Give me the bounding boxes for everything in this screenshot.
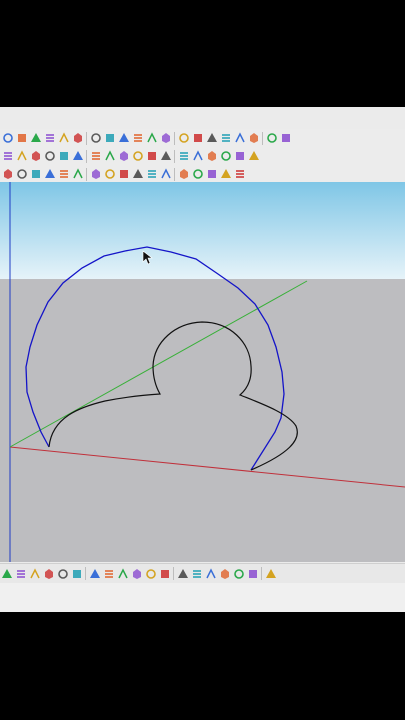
extension-icon[interactable] — [232, 567, 245, 580]
orbit-icon[interactable] — [29, 132, 42, 145]
toolbar-separator — [173, 567, 174, 580]
ring-icon[interactable] — [131, 150, 144, 163]
drawing-viewport[interactable] — [0, 182, 405, 562]
component-icon[interactable] — [15, 150, 28, 163]
photo-icon[interactable] — [233, 132, 246, 145]
axis-icon[interactable] — [177, 132, 190, 145]
arrow-left-icon[interactable] — [14, 567, 27, 580]
terrain-icon[interactable] — [43, 150, 56, 163]
frame-c-icon[interactable] — [29, 168, 42, 181]
person-icon[interactable] — [218, 567, 231, 580]
sky — [0, 182, 405, 279]
roof-c-icon[interactable] — [205, 168, 218, 181]
toolbar-separator — [174, 167, 175, 181]
move-icon[interactable] — [144, 567, 157, 580]
toolbar-row-1 — [0, 129, 405, 147]
color-icon[interactable] — [233, 150, 246, 163]
frame-f-icon[interactable] — [71, 168, 84, 181]
align-icon[interactable] — [158, 567, 171, 580]
grid-icon[interactable] — [247, 150, 260, 163]
fill-icon[interactable] — [204, 567, 217, 580]
toolbar-row-2 — [0, 147, 405, 165]
box-icon[interactable] — [265, 132, 278, 145]
frame-h-icon[interactable] — [103, 168, 116, 181]
rotate-icon[interactable] — [102, 567, 115, 580]
zoom-icon[interactable] — [1, 132, 14, 145]
toolbar-separator — [174, 149, 175, 163]
drape-icon[interactable] — [71, 150, 84, 163]
toolbar-separator — [86, 131, 87, 145]
settings-icon[interactable] — [264, 567, 277, 580]
node-icon[interactable] — [177, 150, 190, 163]
roof-e-icon[interactable] — [233, 168, 246, 181]
frame-a-icon[interactable] — [1, 168, 14, 181]
scene-canvas[interactable] — [0, 182, 405, 562]
scale-icon[interactable] — [176, 567, 189, 580]
erase-icon[interactable] — [15, 132, 28, 145]
arrow-right-icon[interactable] — [28, 567, 41, 580]
frame-j-icon[interactable] — [131, 168, 144, 181]
camera-icon[interactable] — [219, 132, 232, 145]
iso-view-icon[interactable] — [191, 132, 204, 145]
cube-icon[interactable] — [279, 132, 292, 145]
push-icon[interactable] — [0, 567, 13, 580]
toolbar-separator — [262, 131, 263, 145]
play-icon[interactable] — [103, 132, 116, 145]
stack-icon[interactable] — [191, 150, 204, 163]
book-icon[interactable] — [103, 150, 116, 163]
walk-icon[interactable] — [89, 132, 102, 145]
ar-icon[interactable] — [117, 150, 130, 163]
paint-icon[interactable] — [89, 150, 102, 163]
line-tool-icon[interactable] — [56, 567, 69, 580]
pair-icon[interactable] — [88, 567, 101, 580]
toolbar-separator — [86, 149, 87, 163]
sketchup-window — [0, 107, 405, 612]
style-icon[interactable] — [145, 150, 158, 163]
bottom-toolbar — [0, 563, 405, 583]
rect-icon[interactable] — [70, 567, 83, 580]
prev-scene-icon[interactable] — [131, 132, 144, 145]
section-plane-icon[interactable] — [71, 132, 84, 145]
bubbles-icon[interactable] — [159, 168, 172, 181]
status-bar — [0, 583, 405, 612]
cut-fill-icon[interactable] — [1, 150, 14, 163]
roof-d-icon[interactable] — [219, 168, 232, 181]
gear-icon[interactable] — [159, 150, 172, 163]
front-view-icon[interactable] — [205, 132, 218, 145]
roof-b-icon[interactable] — [191, 168, 204, 181]
stamp-icon[interactable] — [57, 150, 70, 163]
frame-i-icon[interactable] — [117, 168, 130, 181]
frame-b-icon[interactable] — [15, 168, 28, 181]
mirror-icon[interactable] — [130, 567, 143, 580]
frame-d-icon[interactable] — [43, 168, 56, 181]
table-icon[interactable] — [205, 150, 218, 163]
plugin-icon[interactable] — [145, 168, 158, 181]
measure-icon[interactable] — [159, 132, 172, 145]
toolbar-separator — [85, 567, 86, 580]
next-scene-icon[interactable] — [145, 132, 158, 145]
toolbar-separator — [261, 567, 262, 580]
warehouse-icon[interactable] — [246, 567, 259, 580]
frame-e-icon[interactable] — [57, 168, 70, 181]
section-icon[interactable] — [57, 132, 70, 145]
frame-g-icon[interactable] — [89, 168, 102, 181]
toolbar-separator — [174, 131, 175, 145]
frame-icon[interactable] — [219, 150, 232, 163]
dye-icon[interactable] — [29, 150, 42, 163]
settings-icon[interactable] — [247, 132, 260, 145]
drop-icon[interactable] — [190, 567, 203, 580]
toolbar-row-3 — [0, 165, 405, 183]
tape-icon[interactable] — [43, 132, 56, 145]
stop-icon[interactable] — [117, 132, 130, 145]
pen-icon[interactable] — [42, 567, 55, 580]
flip-icon[interactable] — [116, 567, 129, 580]
roof-a-icon[interactable] — [177, 168, 190, 181]
toolbar-separator — [86, 167, 87, 181]
